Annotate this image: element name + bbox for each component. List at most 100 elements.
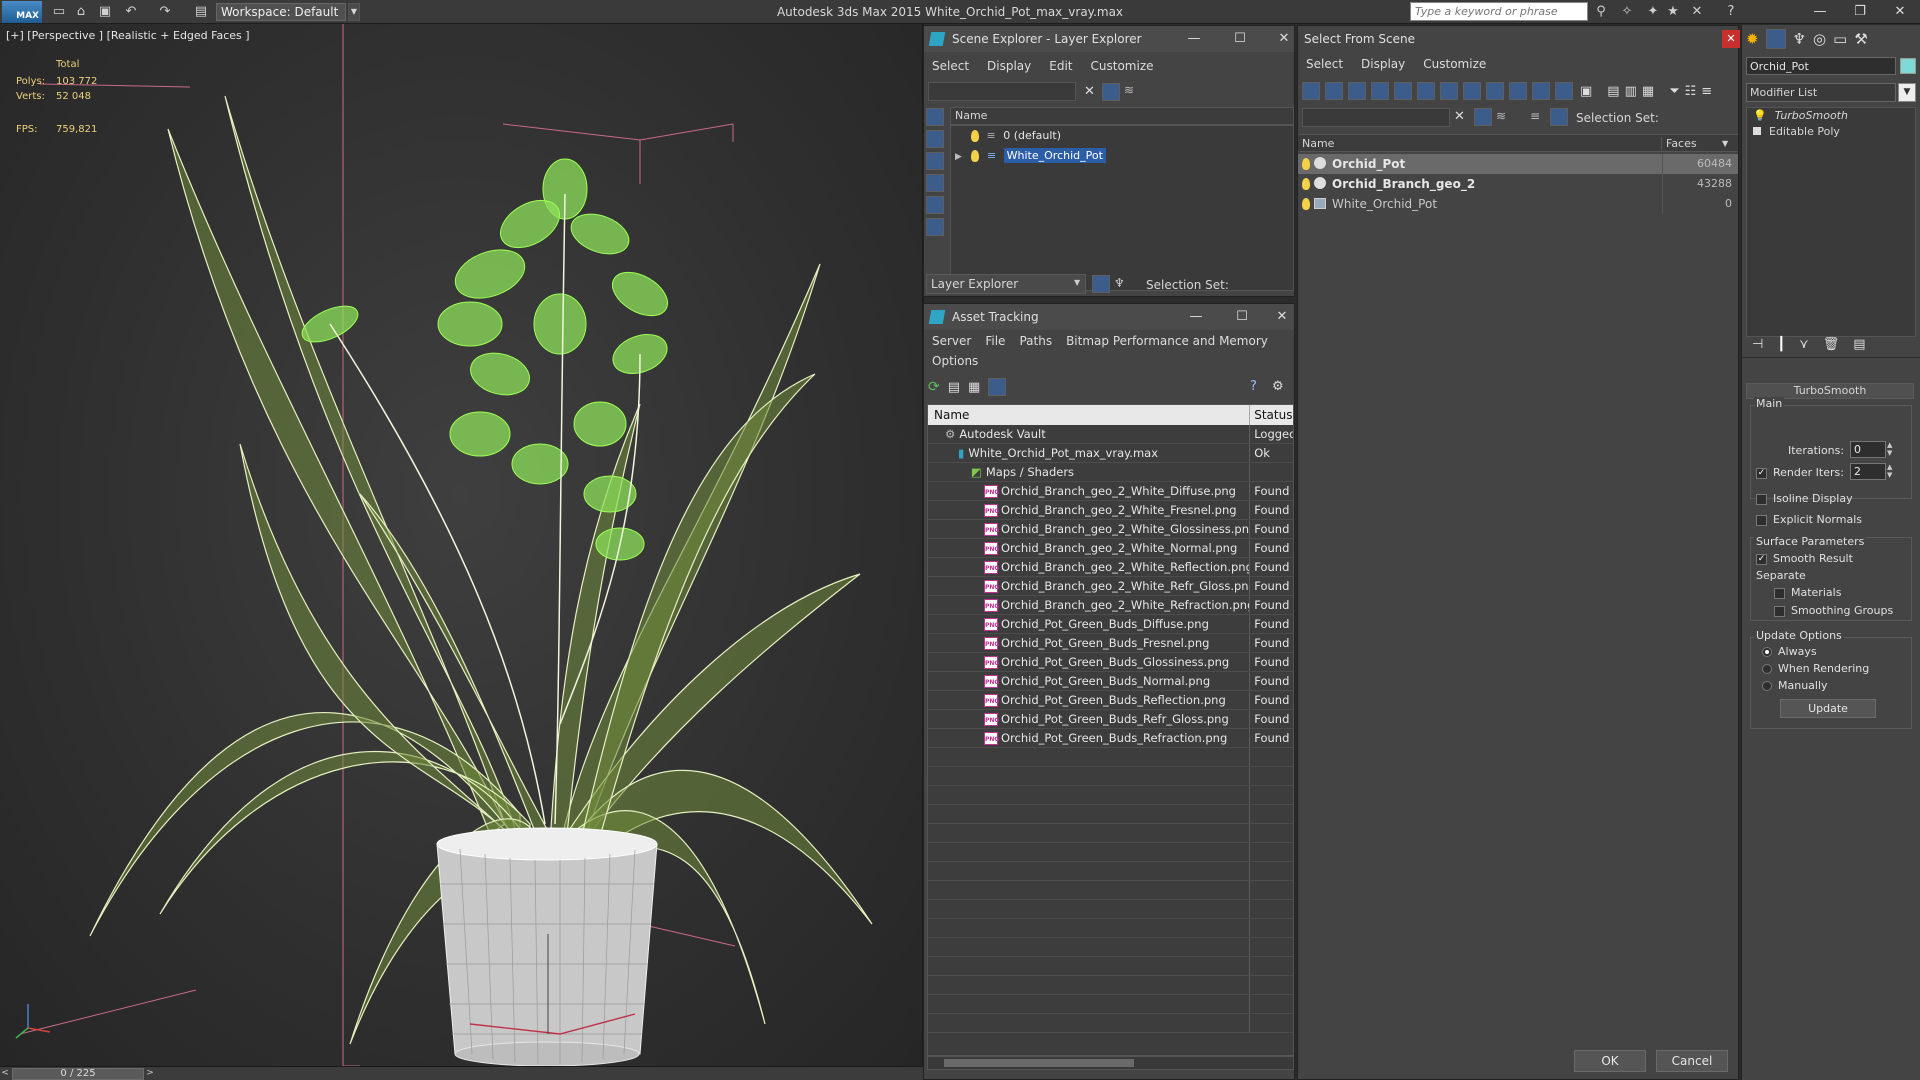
minimize-icon[interactable]: — <box>1180 26 1208 52</box>
expand-arrow-icon[interactable]: ▶ <box>955 152 962 162</box>
display-layers-icon[interactable] <box>926 218 944 236</box>
asset-horizontal-scrollbar[interactable] <box>927 1056 1294 1070</box>
layer-row-default[interactable]: ≡ 0 (default) <box>951 126 1293 146</box>
configure-sets-icon[interactable]: ▤ <box>1853 337 1865 352</box>
maximize-icon[interactable]: ☐ <box>1228 304 1256 330</box>
undo-icon[interactable]: ↶ <box>122 3 140 21</box>
hierarchy-tab-icon[interactable]: ♆ <box>1793 30 1806 48</box>
cancel-button[interactable]: Cancel <box>1656 1050 1728 1072</box>
modifier-list-dropdown[interactable]: Modifier List <box>1746 83 1896 102</box>
asset-row[interactable]: PNG Orchid_Pot_Green_Buds_Refraction.png F… <box>928 729 1293 748</box>
display-tab-icon[interactable]: ▭ <box>1833 30 1847 48</box>
object-row-orchid-branch[interactable]: Orchid_Branch_geo_2 43288 <box>1298 174 1738 194</box>
light-bulb-icon[interactable] <box>971 150 980 162</box>
light-bulb-icon[interactable] <box>1302 198 1310 210</box>
scrollbar-thumb[interactable] <box>944 1059 1134 1067</box>
object-name-field[interactable] <box>1746 57 1896 75</box>
new-file-icon[interactable]: ▭ <box>50 3 68 21</box>
refresh-icon[interactable]: ⟳ <box>928 379 940 395</box>
display-hidden-icon[interactable] <box>1555 82 1573 100</box>
find-case-icon[interactable]: ≋ <box>1496 109 1506 123</box>
display-helpers-icon[interactable] <box>1394 82 1412 100</box>
help-icon[interactable]: ? <box>1722 3 1740 21</box>
asset-row[interactable]: PNG Orchid_Branch_geo_2_White_Reflection.… <box>928 558 1293 577</box>
help-icon[interactable]: ? <box>1250 379 1257 394</box>
always-radio[interactable]: Always <box>1762 645 1817 658</box>
close-icon[interactable]: ✕ <box>1270 26 1298 52</box>
display-helpers-icon[interactable] <box>926 174 944 192</box>
object-row-orchid-pot[interactable]: Orchid_Pot 60484 <box>1298 154 1738 174</box>
menu-options[interactable]: Options <box>932 354 978 368</box>
smooth-result-checkbox[interactable]: ✓ Smooth Result <box>1756 552 1853 565</box>
next-frame-icon[interactable]: > <box>144 1067 156 1080</box>
smoothing-groups-checkbox[interactable]: Smoothing Groups <box>1774 604 1893 617</box>
spinner-arrows-icon[interactable]: ▲ ▼ <box>1887 463 1892 479</box>
asset-row[interactable]: ▮ White_Orchid_Pot_max_vray.max Ok <box>928 444 1293 463</box>
make-unique-icon[interactable]: ⋎ <box>1799 337 1809 352</box>
close-session-icon[interactable]: ✕ <box>1688 3 1706 21</box>
display-groups-icon[interactable] <box>1440 82 1458 100</box>
minimize-icon[interactable]: — <box>1182 304 1210 330</box>
hierarchy-icon[interactable]: ☷ <box>1685 84 1697 99</box>
radio-icon[interactable] <box>1762 681 1772 691</box>
checkbox-checked-icon[interactable]: ✓ <box>1756 553 1767 565</box>
layer-settings-icon[interactable]: ≋ <box>1124 83 1142 101</box>
ok-button[interactable]: OK <box>1574 1050 1646 1072</box>
display-containers-icon[interactable] <box>1509 82 1527 100</box>
filter-icon[interactable] <box>1102 83 1120 101</box>
radio-selected-icon[interactable] <box>1762 647 1772 657</box>
chevron-down-icon[interactable]: ▼ <box>1722 139 1736 148</box>
display-lights-icon[interactable] <box>926 130 944 148</box>
tools-icon[interactable]: ✧ <box>1618 3 1636 21</box>
close-icon[interactable]: ✕ <box>1880 0 1920 24</box>
explorer-type-dropdown[interactable]: Layer Explorer <box>926 274 1086 294</box>
restore-icon[interactable]: ❐ <box>1840 0 1880 24</box>
chevron-down-icon[interactable]: ▼ <box>1074 278 1080 287</box>
asset-row[interactable]: PNG Orchid_Pot_Green_Buds_Fresnel.png Foun… <box>928 634 1293 653</box>
menu-select[interactable]: Select <box>932 59 969 73</box>
hierarchy-tree-icon[interactable] <box>1550 108 1568 126</box>
clear-search-icon[interactable]: ✕ <box>1454 109 1465 124</box>
list-view-icon[interactable]: ▤ <box>948 380 960 395</box>
spinner-arrows-icon[interactable]: ▲ ▼ <box>1887 441 1892 457</box>
minimize-icon[interactable]: — <box>1800 0 1840 24</box>
project-folder-icon[interactable]: ▤ <box>192 3 210 21</box>
checkbox-icon[interactable] <box>1774 605 1785 617</box>
display-spacewarps-icon[interactable] <box>1417 82 1435 100</box>
asset-row[interactable]: PNG Orchid_Branch_geo_2_White_Glossiness.… <box>928 520 1293 539</box>
asset-row[interactable]: PNG Orchid_Pot_Green_Buds_Diffuse.png Foun… <box>928 615 1293 634</box>
close-icon[interactable]: ✕ <box>1268 304 1296 330</box>
column-header-name[interactable]: Name <box>928 405 1251 425</box>
object-color-swatch[interactable] <box>1900 58 1916 74</box>
community-icon[interactable]: ✦ <box>1644 3 1662 21</box>
render-iters-checkbox[interactable]: ✓ Render Iters: <box>1756 466 1844 479</box>
create-tab-icon[interactable]: ✹ <box>1746 30 1759 48</box>
filter-icon[interactable]: ⏷ <box>1669 84 1679 99</box>
options-icon[interactable]: ≡ <box>1701 84 1712 99</box>
utilities-tab-icon[interactable]: ⚒ <box>1854 30 1867 48</box>
checkbox-checked-icon[interactable]: ✓ <box>1756 467 1767 479</box>
app-logo[interactable]: MAX <box>2 1 42 23</box>
asset-row[interactable]: PNG Orchid_Branch_geo_2_White_Normal.png F… <box>928 539 1293 558</box>
checkbox-icon[interactable] <box>1774 587 1785 599</box>
menu-display[interactable]: Display <box>1361 57 1405 71</box>
light-bulb-icon[interactable]: 💡 <box>1753 109 1767 122</box>
star-icon[interactable]: ★ <box>1664 3 1682 21</box>
asset-row[interactable]: PNG Orchid_Branch_geo_2_White_Refr_Gloss.… <box>928 577 1293 596</box>
light-bulb-icon[interactable] <box>1302 178 1310 190</box>
chevron-down-icon[interactable]: ▼ <box>348 3 360 21</box>
display-cameras-icon[interactable] <box>926 152 944 170</box>
modifier-item-editable-poly[interactable]: Editable Poly <box>1747 124 1915 140</box>
materials-checkbox[interactable]: Materials <box>1774 586 1841 599</box>
modifier-item-turbosmooth[interactable]: 💡 TurboSmooth <box>1747 108 1915 124</box>
display-xrefs-icon[interactable] <box>1463 82 1481 100</box>
asset-row[interactable]: PNG Orchid_Branch_geo_2_White_Diffuse.png… <box>928 482 1293 501</box>
menu-select[interactable]: Select <box>1306 57 1343 71</box>
select-all-icon[interactable]: ▤ <box>1607 84 1619 99</box>
pin-stack-icon[interactable]: ⊣ <box>1752 337 1763 352</box>
display-lights-icon[interactable] <box>1348 82 1366 100</box>
render-iters-spinner[interactable]: 2 <box>1850 463 1886 480</box>
binoculars-icon[interactable]: ⚲ <box>1592 3 1610 21</box>
checkbox-icon[interactable] <box>1756 493 1767 505</box>
display-bones-icon[interactable] <box>1486 82 1504 100</box>
